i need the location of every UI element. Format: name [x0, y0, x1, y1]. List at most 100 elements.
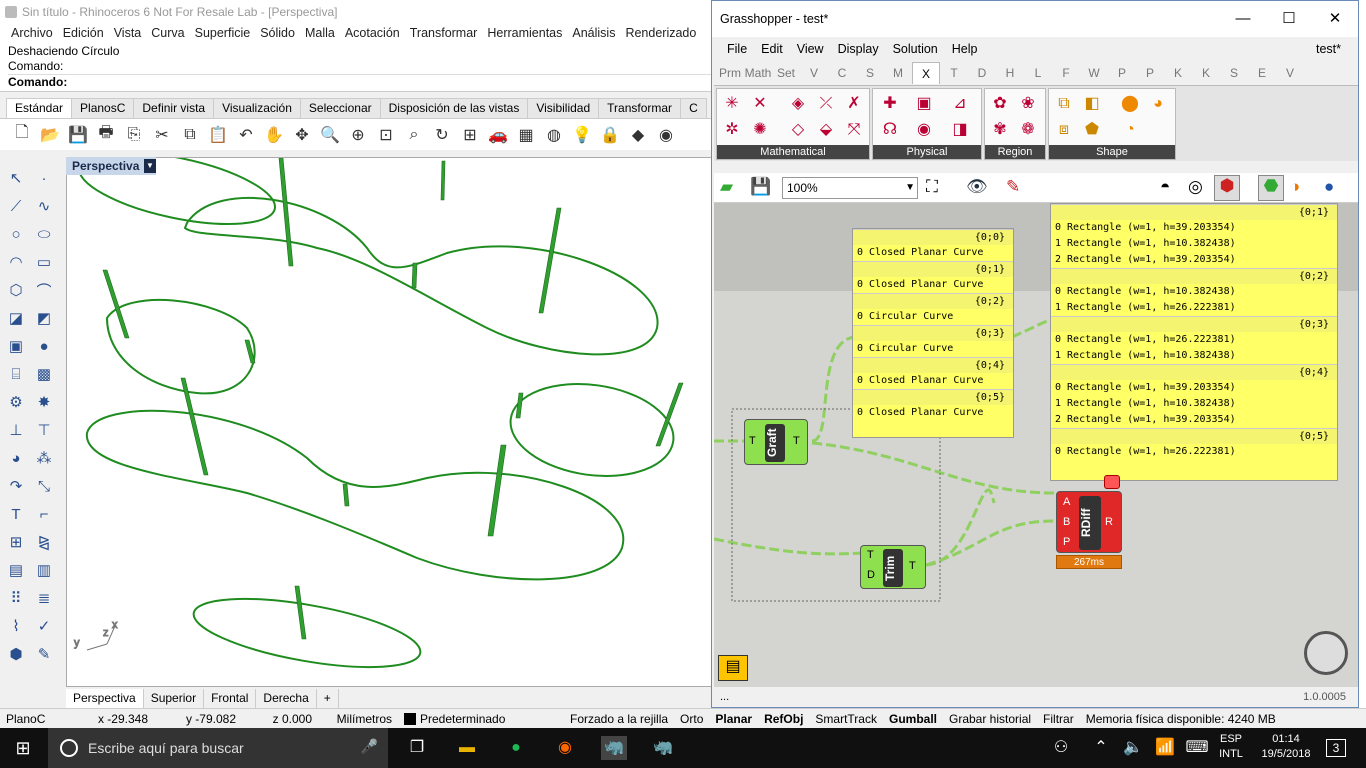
menu-transformar[interactable]: Transformar	[405, 24, 483, 44]
rdiff-component[interactable]: A B P RDiff R	[1056, 491, 1122, 553]
copy-icon[interactable]: ⧉	[176, 122, 204, 148]
microphone-icon[interactable]: 🎤	[361, 738, 378, 755]
sketch-icon[interactable]: ✎	[1006, 177, 1020, 197]
gh-tab[interactable]: F	[1052, 62, 1080, 84]
gh-tab[interactable]: P	[1108, 62, 1136, 84]
tab-estandar[interactable]: Estándar	[6, 98, 73, 118]
gh-tab[interactable]: M	[884, 62, 912, 84]
material-icon[interactable]: ◑	[1290, 177, 1300, 197]
line-op-icon[interactable]: ⤧	[843, 119, 865, 141]
check-icon[interactable]: ✓	[32, 614, 56, 638]
box-icon[interactable]: ▣	[4, 334, 28, 358]
arc-icon[interactable]: ◠	[4, 250, 28, 274]
gh-tab[interactable]: W	[1080, 62, 1108, 84]
gh-tab[interactable]: Prm	[716, 62, 744, 84]
region-int-icon[interactable]: ✾	[989, 119, 1011, 141]
menu-herramientas[interactable]: Herramientas	[482, 24, 567, 44]
view-tab-superior[interactable]: Superior	[144, 689, 205, 708]
region-diff-icon[interactable]: ❀	[1017, 93, 1039, 115]
menu-curva[interactable]: Curva	[146, 24, 189, 44]
task-view-icon[interactable]: ❐	[404, 736, 430, 760]
firefox-icon[interactable]: ◉	[552, 736, 578, 760]
cut-icon[interactable]: ✂	[148, 122, 176, 148]
gh-menu-help[interactable]: Help	[945, 39, 985, 59]
status-units[interactable]: Milímetros	[318, 712, 398, 726]
trim-component[interactable]: T D Trim T	[860, 545, 926, 589]
gh-menu-edit[interactable]: Edit	[754, 39, 790, 59]
tab-transformar[interactable]: Transformar	[598, 98, 682, 118]
status-gumball[interactable]: Gumball	[883, 712, 943, 726]
undo-icon[interactable]: ↶	[232, 122, 260, 148]
gh-menu-solution[interactable]: Solution	[886, 39, 945, 59]
maximize-icon[interactable]: ☐	[1266, 1, 1312, 37]
viewport-title[interactable]: Perspectiva ▼	[66, 157, 156, 175]
menu-analisis[interactable]: Análisis	[567, 24, 620, 44]
grid-array-icon[interactable]: ⠿	[4, 586, 28, 610]
rectangles-panel[interactable]: {0;1} 0 Rectangle (w=1, h=39.203354) 1 R…	[1050, 203, 1338, 481]
gh-menu-view[interactable]: View	[790, 39, 831, 59]
gh-tab[interactable]: V	[1276, 62, 1304, 84]
collision-icon[interactable]: ✚	[879, 93, 901, 115]
tab-seleccionar[interactable]: Seleccionar	[299, 98, 381, 118]
pan-hand-icon[interactable]: ✋	[260, 122, 288, 148]
surface-icon[interactable]: ◪	[4, 306, 28, 330]
select-arrow-icon[interactable]: ↖	[4, 166, 28, 190]
gear-icon[interactable]: ⚙	[4, 390, 28, 414]
gh-tab[interactable]: P	[1136, 62, 1164, 84]
cross-icon[interactable]: ✗	[843, 93, 865, 115]
region-union-icon[interactable]: ✿	[989, 93, 1011, 115]
keyboard-icon[interactable]: ⌨	[1184, 736, 1210, 760]
open-folder-icon[interactable]: 📂	[36, 122, 64, 148]
gh-tab[interactable]: E	[1248, 62, 1276, 84]
preview-shaded-icon[interactable]: ◎	[1188, 177, 1203, 197]
fillet-edge-icon[interactable]: ⬟	[1081, 119, 1103, 141]
new-file-icon[interactable]: 🗋	[8, 122, 36, 148]
gh-tab[interactable]: S	[856, 62, 884, 84]
export-icon[interactable]: ⎘	[120, 122, 148, 148]
explode-icon[interactable]: ✸	[32, 390, 56, 414]
view-tab-derecha[interactable]: Derecha	[256, 689, 317, 708]
rectangle-icon[interactable]: ▭	[32, 250, 56, 274]
extrude-icon[interactable]: ◩	[32, 306, 56, 330]
trim-icon[interactable]: ⊤	[32, 418, 56, 442]
menu-acotacion[interactable]: Acotación	[340, 24, 405, 44]
grid-icon[interactable]: ▦	[512, 122, 540, 148]
zoom-icon[interactable]: 🔍	[316, 122, 344, 148]
paste-icon[interactable]: 📋	[204, 122, 232, 148]
region-op-icon[interactable]: ✳	[721, 93, 743, 115]
view-tab-frontal[interactable]: Frontal	[204, 689, 257, 708]
split-icon[interactable]: ⊥	[4, 418, 28, 442]
tab-planosc[interactable]: PlanosC	[71, 98, 135, 118]
rotate-view-icon[interactable]: ↻	[428, 122, 456, 148]
box-contain-icon[interactable]: ◨	[949, 119, 971, 141]
fillet-icon[interactable]: ⌒	[32, 278, 56, 302]
tab-disposicion[interactable]: Disposición de las vistas	[379, 98, 529, 118]
circle-icon[interactable]: ○	[4, 222, 28, 246]
light-icon[interactable]: 💡	[568, 122, 596, 148]
compass-navigation-icon[interactable]	[1304, 631, 1348, 675]
gh-tab[interactable]: K	[1164, 62, 1192, 84]
taskbar-search[interactable]: Escribe aquí para buscar 🎤	[48, 728, 388, 768]
gh-tab[interactable]: D	[968, 62, 996, 84]
volume-icon[interactable]: 🔈	[1120, 736, 1146, 760]
zoom-extents-icon[interactable]: ⊡	[372, 122, 400, 148]
gh-tab[interactable]: S	[1220, 62, 1248, 84]
zoom-extents-icon[interactable]: ⛶	[926, 177, 938, 197]
preview-mesh-icon[interactable]: ⬣	[1258, 175, 1284, 201]
color-wheel-icon[interactable]: ◉	[652, 122, 680, 148]
notifications-icon[interactable]: 3	[1326, 739, 1346, 757]
move-icon[interactable]: ✥	[288, 122, 316, 148]
dimension-icon[interactable]: ⌐	[32, 502, 56, 526]
split-op-icon[interactable]: ✲	[721, 119, 743, 141]
close-icon[interactable]: ✕	[1312, 1, 1358, 37]
rhino-taskbar-icon[interactable]: 🦏	[601, 736, 627, 760]
command-prompt[interactable]: Comando:	[8, 74, 712, 89]
inclusion-icon[interactable]: ◉	[913, 119, 935, 141]
zoom-window-icon[interactable]: ⊕	[344, 122, 372, 148]
cube-icon[interactable]: ⬢	[4, 642, 28, 666]
gh-tab[interactable]: V	[800, 62, 828, 84]
status-cplane[interactable]: PlanoC	[0, 712, 66, 726]
status-ortho[interactable]: Orto	[674, 712, 709, 726]
canvas-widget-icon[interactable]: ▤	[718, 655, 748, 681]
tab-overflow[interactable]: C	[680, 98, 707, 118]
